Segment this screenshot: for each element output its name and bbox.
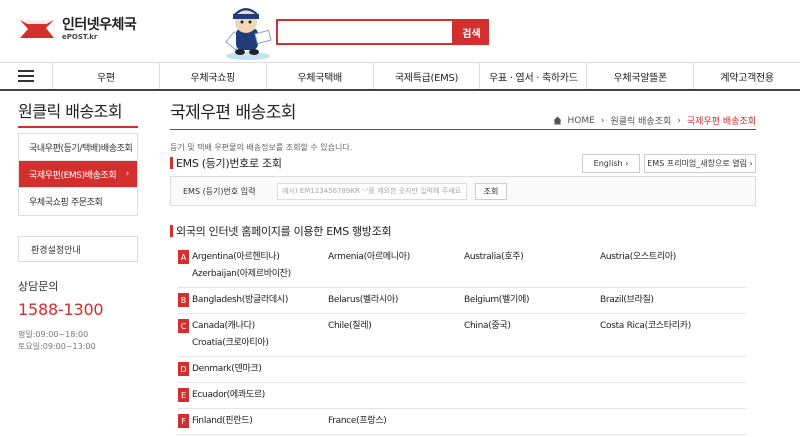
chevron-right-icon: › (125, 169, 130, 179)
country-link[interactable]: Austria(오스트리아) (600, 249, 736, 266)
search-input[interactable] (278, 21, 452, 43)
main-content: 국제우편 배송조회 HOME › 원클릭 배송조회 › 국제우편 배송조회 등기… (170, 100, 756, 435)
country-link[interactable]: Costa Rica(코스타리카) (600, 318, 736, 335)
breadcrumb-home[interactable]: HOME (568, 116, 595, 126)
english-button[interactable]: English › (582, 154, 640, 173)
nav-item-stamps[interactable]: 우표 · 엽서 · 축하카드 (479, 63, 586, 89)
search-button[interactable]: 검색 (454, 19, 489, 45)
country-link[interactable]: Australia(호주) (464, 249, 600, 266)
sidebar-menu: 국내우편(등기/택배)배송조회 국제우편(EMS)배송조회 › 우체국쇼핑 주문… (18, 133, 138, 216)
section-foreign-sites-title: 외국의 인터넷 홈페이지를 이용한 EMS 행방조회 (170, 223, 392, 239)
country-row-c: C Canada(캐나다) Chile(칠레) China(중국) Costa … (178, 314, 746, 357)
breadcrumb-current: 국제우편 배송조회 (686, 117, 756, 127)
sidebar-item-shopping[interactable]: 우체국쇼핑 주문조회 (19, 188, 137, 215)
section-title-text: 외국의 인터넷 홈페이지를 이용한 EMS 행방조회 (176, 225, 392, 238)
country-link[interactable]: Belgium(벨기에) (464, 292, 600, 309)
country-link[interactable]: Finland(핀란드) (192, 413, 328, 430)
letter-badge: E (178, 388, 189, 402)
country-link[interactable]: Chile(칠레) (328, 318, 464, 335)
country-list: A Argentina(아르헨티나) Armenia(아르메니아) Austra… (178, 245, 746, 435)
country-row-d: D Denmark(덴마크) (178, 357, 746, 383)
chevron-right-icon: › (677, 115, 681, 126)
letter-badge: B (178, 293, 189, 307)
nav-item-parcel[interactable]: 우체국택배 (265, 63, 373, 89)
epost-logo-icon (18, 16, 56, 42)
ems-premium-button[interactable]: EMS 프리미엄_새창으로 열림 › (644, 154, 756, 173)
nav-item-ems[interactable]: 국제특급(EMS) (372, 63, 480, 89)
nav-item-mobile[interactable]: 우체국알뜰폰 (586, 63, 693, 89)
nav-item-shopping[interactable]: 우체국쇼핑 (158, 63, 266, 89)
section-title-text: EMS (등기)번호로 조회 (176, 157, 282, 170)
chevron-right-icon: › (625, 159, 629, 168)
breadcrumb-oneclick[interactable]: 원클릭 배송조회 (610, 114, 671, 127)
country-link[interactable]: Ecuador(에콰도르) (192, 387, 328, 404)
country-link[interactable]: Argentina(아르헨티나) (192, 249, 328, 266)
home-icon (553, 116, 562, 125)
section-bar (170, 157, 173, 169)
sidebar-item-domestic[interactable]: 국내우편(등기/택배)배송조회 (19, 134, 137, 161)
contact-title: 상담문의 (18, 280, 59, 293)
search-box (276, 19, 454, 45)
env-settings-link[interactable]: 환경설정안내 (18, 236, 138, 262)
title-divider (170, 129, 756, 130)
letter-badge: A (178, 250, 189, 264)
page-description: 등기 및 택배 우편물의 배송정보를 조회할 수 있습니다. (170, 143, 353, 152)
section-ems-lookup-title: EMS (등기)번호로 조회 (170, 155, 282, 171)
country-row-a: A Argentina(아르헨티나) Armenia(아르메니아) Austra… (178, 245, 746, 288)
country-row-f: F Finland(핀란드) France(프랑스) (178, 409, 746, 435)
country-link[interactable]: France(프랑스) (328, 413, 464, 430)
hamburger-icon (18, 70, 34, 82)
country-link[interactable]: Armenia(아르메니아) (328, 249, 464, 266)
country-link[interactable]: China(중국) (464, 318, 600, 335)
site-header: 인터넷우체국 ePOST.kr 검색 (0, 0, 800, 62)
country-link[interactable]: Croatia(크로아티아) (192, 335, 328, 352)
country-row-e: E Ecuador(에콰도르) (178, 383, 746, 409)
ems-lookup-button[interactable]: 조회 (475, 182, 507, 200)
epost-logo[interactable]: 인터넷우체국 ePOST.kr (18, 16, 137, 42)
nav-item-contract[interactable]: 계약고객전용 (693, 63, 800, 89)
hours-weekday: 평일:09:00~18:00 (18, 330, 89, 339)
sidebar: 원클릭 배송조회 국내우편(등기/택배)배송조회 국제우편(EMS)배송조회 ›… (18, 100, 138, 353)
nav-item-mail[interactable]: 우편 (52, 63, 159, 89)
section-bar (170, 225, 173, 237)
letter-badge: F (178, 414, 189, 428)
country-link[interactable]: Brazil(브라질) (600, 292, 736, 309)
logo-subtitle: ePOST.kr (62, 32, 98, 41)
mascot-image (214, 2, 278, 60)
breadcrumb: HOME › 원클릭 배송조회 › 국제우편 배송조회 (553, 114, 756, 127)
country-link[interactable]: Canada(캐나다) (192, 318, 328, 335)
menu-toggle-button[interactable] (0, 63, 52, 89)
main-nav: 우편 우체국쇼핑 우체국택배 국제특급(EMS) 우표 · 엽서 · 축하카드 … (0, 62, 800, 91)
contact-hours: 평일:09:00~18:00 토요일:09:00~13:00 (18, 329, 138, 353)
sidebar-item-ems[interactable]: 국제우편(EMS)배송조회 › (19, 161, 137, 188)
country-link[interactable]: Denmark(덴마크) (192, 361, 328, 378)
chevron-right-icon: › (600, 115, 605, 126)
chevron-right-icon: › (749, 159, 753, 168)
hours-saturday: 토요일:09:00~13:00 (18, 342, 96, 351)
country-link[interactable]: Belarus(벨라시아) (328, 292, 464, 309)
sidebar-item-label: 국제우편(EMS)배송조회 (29, 170, 117, 181)
letter-badge: C (178, 319, 189, 333)
sidebar-title: 원클릭 배송조회 (18, 100, 138, 128)
country-link[interactable]: Azerbaijan(아제르바이잔) (192, 266, 328, 283)
logo-title: 인터넷우체국 (62, 16, 137, 33)
english-label: English (593, 159, 623, 168)
contact-phone: 1588-1300 (18, 300, 104, 319)
ems-number-input[interactable]: 예시) EM123456789KR '-'를 제외한 숫자만 입력해 주세요 (277, 182, 467, 200)
country-link[interactable]: Bangladesh(방글라데시) (192, 292, 328, 309)
ems-lookup-form: EMS (등기)번호 입력 예시) EM123456789KR '-'를 제외한… (170, 176, 756, 206)
ems-number-label: EMS (등기)번호 입력 (183, 186, 256, 196)
ems-premium-label: EMS 프리미엄_새창으로 열림 (647, 159, 747, 168)
country-row-b: B Bangladesh(방글라데시) Belarus(벨라시아) Belgiu… (178, 288, 746, 314)
letter-badge: D (178, 362, 189, 376)
